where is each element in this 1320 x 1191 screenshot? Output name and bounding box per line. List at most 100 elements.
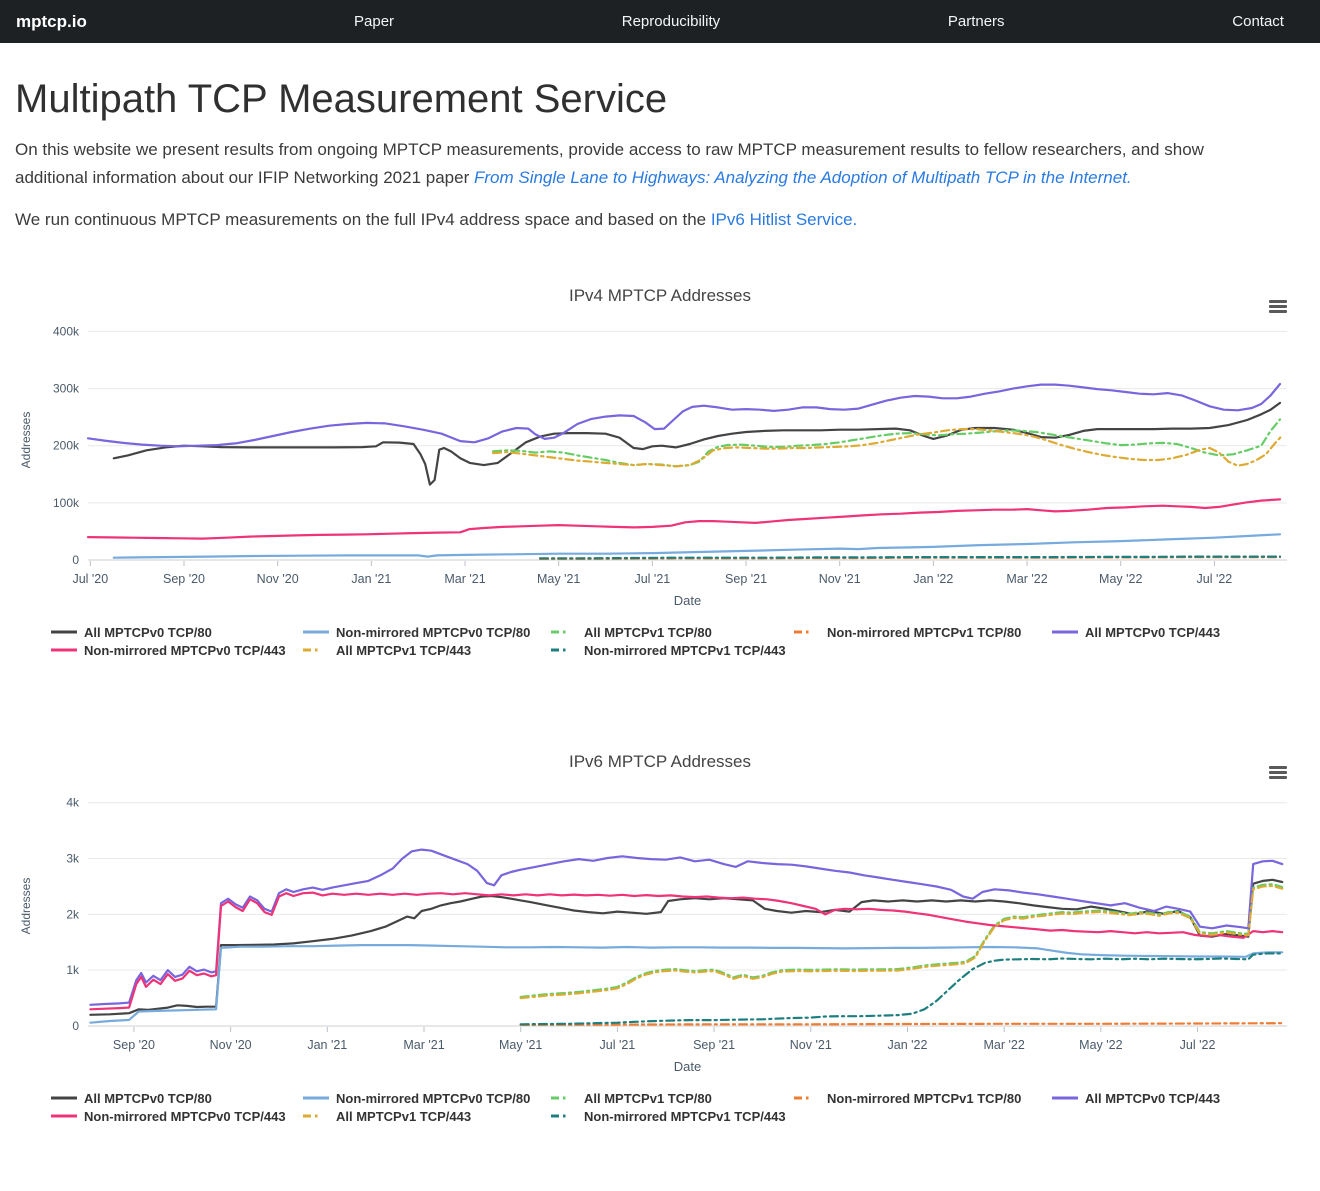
legend-label: Non-mirrored MPTCPv0 TCP/80 bbox=[336, 1091, 530, 1106]
legend-item-all-mptcpv1-tcp-443[interactable]: All MPTCPv1 TCP/443 bbox=[303, 1109, 551, 1124]
legend-item-all-mptcpv1-tcp-443[interactable]: All MPTCPv1 TCP/443 bbox=[303, 643, 551, 658]
ipv6-chart-legend: All MPTCPv0 TCP/80 Non-mirrored MPTCPv0 T… bbox=[51, 1091, 1305, 1124]
legend-swatch bbox=[303, 1095, 329, 1101]
series-line-non-mirrored-mptcpv0-tcp-80 bbox=[90, 945, 1282, 1023]
y-tick-label: 0 bbox=[72, 1019, 79, 1033]
series-line-non-mirrored-mptcpv1-tcp-443 bbox=[540, 556, 1280, 558]
legend-swatch bbox=[51, 629, 77, 635]
legend-item-non-mirrored-mptcpv0-tcp-80[interactable]: Non-mirrored MPTCPv0 TCP/80 bbox=[303, 625, 551, 640]
x-tick-label: Jul '22 bbox=[1180, 1038, 1216, 1052]
nav-item-partners[interactable]: Partners bbox=[948, 13, 1005, 30]
legend-item-non-mirrored-mptcpv1-tcp-443[interactable]: Non-mirrored MPTCPv1 TCP/443 bbox=[551, 1109, 794, 1124]
legend-label: All MPTCPv1 TCP/80 bbox=[584, 625, 712, 640]
x-tick-label: Jan '22 bbox=[913, 572, 953, 586]
x-tick-label: Mar '21 bbox=[403, 1038, 444, 1052]
x-tick-label: Sep '20 bbox=[113, 1038, 155, 1052]
legend-label: All MPTCPv0 TCP/443 bbox=[1085, 625, 1220, 640]
y-axis-title: Addresses bbox=[19, 411, 33, 468]
legend-row: Non-mirrored MPTCPv0 TCP/443 All MPTCPv1 … bbox=[51, 643, 1305, 658]
x-tick-label: Sep '21 bbox=[725, 572, 767, 586]
legend-swatch bbox=[51, 647, 77, 653]
legend-swatch bbox=[1052, 629, 1078, 635]
legend-item-all-mptcpv0-tcp-443[interactable]: All MPTCPv0 TCP/443 bbox=[1052, 1091, 1220, 1106]
legend-swatch bbox=[794, 629, 820, 635]
legend-item-non-mirrored-mptcpv0-tcp-443[interactable]: Non-mirrored MPTCPv0 TCP/443 bbox=[51, 1109, 303, 1124]
page-title: Multipath TCP Measurement Service bbox=[15, 77, 1305, 122]
x-tick-label: May '22 bbox=[1099, 572, 1142, 586]
legend-label: Non-mirrored MPTCPv1 TCP/443 bbox=[584, 643, 786, 658]
ipv4-plot-area[interactable]: 0100k200k300k400kJul '20Sep '20Nov '20Ja… bbox=[15, 308, 1305, 622]
legend-item-non-mirrored-mptcpv1-tcp-80[interactable]: Non-mirrored MPTCPv1 TCP/80 bbox=[794, 1091, 1052, 1106]
legend-swatch bbox=[303, 1113, 329, 1119]
legend-swatch bbox=[303, 647, 329, 653]
ipv6-chart: IPv6 MPTCP Addresses 01k2k3k4kSep '20Nov… bbox=[15, 752, 1305, 1124]
navbar: mptcp.io Paper Reproducibility Partners … bbox=[0, 0, 1320, 43]
y-tick-label: 2k bbox=[66, 907, 80, 921]
legend-label: Non-mirrored MPTCPv0 TCP/80 bbox=[336, 625, 530, 640]
legend-label: All MPTCPv1 TCP/80 bbox=[584, 1091, 712, 1106]
x-axis-title: Date bbox=[674, 1059, 701, 1074]
chart-canvas[interactable]: 01k2k3k4kSep '20Nov '20Jan '21Mar '21May… bbox=[15, 774, 1305, 1088]
legend-label: Non-mirrored MPTCPv0 TCP/443 bbox=[84, 1109, 286, 1124]
x-tick-label: Nov '20 bbox=[210, 1038, 252, 1052]
intro-paragraph-1: On this website we present results from … bbox=[15, 136, 1267, 192]
y-axis-title: Addresses bbox=[19, 877, 33, 934]
nav-item-contact[interactable]: Contact bbox=[1232, 13, 1284, 30]
inline-link[interactable]: IPv6 Hitlist Service. bbox=[711, 210, 857, 229]
x-tick-label: Jan '21 bbox=[351, 572, 391, 586]
series-line-non-mirrored-mptcpv0-tcp-443 bbox=[88, 499, 1280, 538]
legend-swatch bbox=[551, 1095, 577, 1101]
x-tick-label: Mar '22 bbox=[984, 1038, 1025, 1052]
legend-swatch bbox=[794, 1095, 820, 1101]
nav-item-paper[interactable]: Paper bbox=[354, 13, 394, 30]
legend-swatch bbox=[51, 1113, 77, 1119]
paragraph-text: We run continuous MPTCP measurements on … bbox=[15, 210, 711, 229]
x-tick-label: Jul '21 bbox=[600, 1038, 636, 1052]
series-line-non-mirrored-mptcpv1-tcp-443 bbox=[521, 953, 1282, 1024]
legend-item-non-mirrored-mptcpv1-tcp-443[interactable]: Non-mirrored MPTCPv1 TCP/443 bbox=[551, 643, 794, 658]
legend-swatch bbox=[1052, 1095, 1078, 1101]
x-tick-label: Sep '20 bbox=[163, 572, 205, 586]
ipv6-chart-title: IPv6 MPTCP Addresses bbox=[15, 752, 1305, 772]
legend-row: All MPTCPv0 TCP/80 Non-mirrored MPTCPv0 T… bbox=[51, 625, 1305, 640]
series-line-non-mirrored-mptcpv0-tcp-80 bbox=[114, 534, 1280, 557]
legend-swatch bbox=[551, 629, 577, 635]
legend-item-non-mirrored-mptcpv0-tcp-80[interactable]: Non-mirrored MPTCPv0 TCP/80 bbox=[303, 1091, 551, 1106]
x-tick-label: Nov '21 bbox=[819, 572, 861, 586]
y-tick-label: 0 bbox=[72, 553, 79, 567]
legend-swatch bbox=[551, 647, 577, 653]
ipv4-chart-legend: All MPTCPv0 TCP/80 Non-mirrored MPTCPv0 T… bbox=[51, 625, 1305, 658]
ipv6-plot-area[interactable]: 01k2k3k4kSep '20Nov '20Jan '21Mar '21May… bbox=[15, 774, 1305, 1088]
y-tick-label: 200k bbox=[53, 438, 80, 452]
x-tick-label: Jan '22 bbox=[888, 1038, 928, 1052]
legend-item-non-mirrored-mptcpv1-tcp-80[interactable]: Non-mirrored MPTCPv1 TCP/80 bbox=[794, 625, 1052, 640]
series-line-all-mptcpv1-tcp-443 bbox=[521, 886, 1282, 998]
legend-swatch bbox=[303, 629, 329, 635]
legend-item-all-mptcpv0-tcp-80[interactable]: All MPTCPv0 TCP/80 bbox=[51, 1091, 303, 1106]
chart-menu-icon[interactable] bbox=[1269, 298, 1287, 316]
inline-link[interactable]: From Single Lane to Highways: Analyzing … bbox=[474, 168, 1132, 187]
legend-item-all-mptcpv0-tcp-443[interactable]: All MPTCPv0 TCP/443 bbox=[1052, 625, 1220, 640]
y-tick-label: 4k bbox=[66, 795, 80, 809]
legend-swatch bbox=[51, 1095, 77, 1101]
legend-label: All MPTCPv1 TCP/443 bbox=[336, 643, 471, 658]
legend-label: Non-mirrored MPTCPv1 TCP/443 bbox=[584, 1109, 786, 1124]
series-line-all-mptcpv0-tcp-443 bbox=[88, 384, 1280, 446]
legend-item-all-mptcpv0-tcp-80[interactable]: All MPTCPv0 TCP/80 bbox=[51, 625, 303, 640]
legend-item-all-mptcpv1-tcp-80[interactable]: All MPTCPv1 TCP/80 bbox=[551, 1091, 794, 1106]
legend-label: All MPTCPv1 TCP/443 bbox=[336, 1109, 471, 1124]
y-tick-label: 100k bbox=[53, 495, 80, 509]
legend-item-all-mptcpv1-tcp-80[interactable]: All MPTCPv1 TCP/80 bbox=[551, 625, 794, 640]
x-tick-label: Mar '22 bbox=[1006, 572, 1047, 586]
nav-item-reproducibility[interactable]: Reproducibility bbox=[622, 13, 720, 30]
legend-label: All MPTCPv0 TCP/443 bbox=[1085, 1091, 1220, 1106]
chart-menu-icon[interactable] bbox=[1269, 764, 1287, 782]
legend-item-non-mirrored-mptcpv0-tcp-443[interactable]: Non-mirrored MPTCPv0 TCP/443 bbox=[51, 643, 303, 658]
x-tick-label: Nov '21 bbox=[790, 1038, 832, 1052]
x-tick-label: Jan '21 bbox=[307, 1038, 347, 1052]
x-tick-label: Jul '21 bbox=[634, 572, 670, 586]
intro-paragraph-2: We run continuous MPTCP measurements on … bbox=[15, 206, 1267, 234]
chart-canvas[interactable]: 0100k200k300k400kJul '20Sep '20Nov '20Ja… bbox=[15, 308, 1305, 622]
brand-logo[interactable]: mptcp.io bbox=[16, 12, 87, 32]
ipv4-chart-title: IPv4 MPTCP Addresses bbox=[15, 286, 1305, 306]
